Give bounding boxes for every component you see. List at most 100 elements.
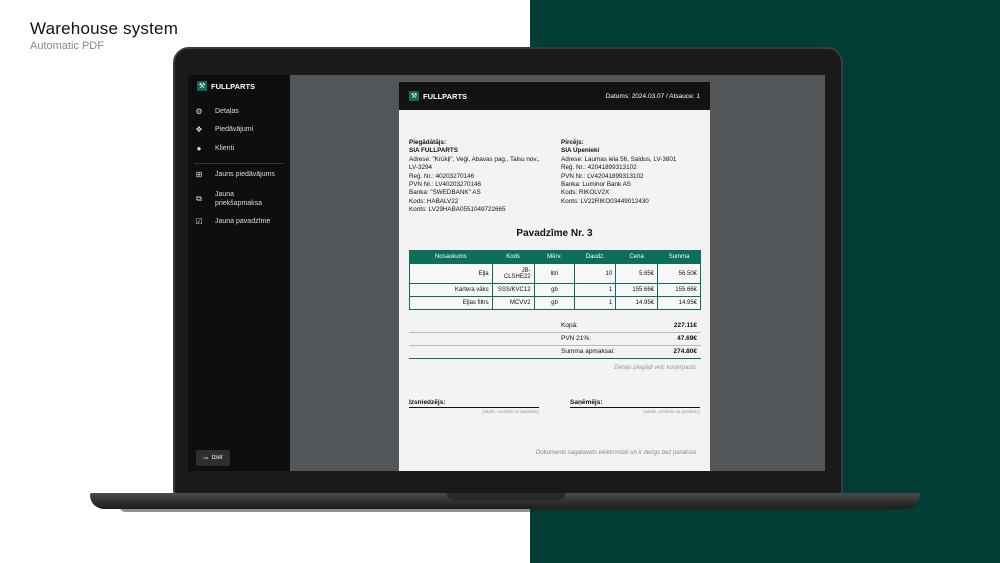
issuer-label: Izsniedzējs: [409, 399, 539, 408]
issuer-hint: (vārds, uzvārds un paraksts) [482, 409, 539, 414]
sidebar-item-klienti[interactable]: ● Klienti [194, 144, 284, 153]
totals-divider [409, 358, 701, 359]
table-row: Eļļas filtrs MCVV2 gb 1 14.95€ 14.95€ [409, 296, 701, 310]
buyer-account: Konts: LV22RIKO03449012430 [561, 197, 649, 205]
sidebar-brand-label: FULLPARTS [211, 81, 256, 91]
supplier-reg: Reģ. Nr.: 40203270146 [409, 172, 475, 180]
laptop-notch [447, 493, 565, 501]
cell-name: Kartera vāks [409, 283, 493, 297]
delivery-note: Detaļu piegādi veic kurjerpasts [614, 365, 696, 371]
column-header: Cena [615, 250, 659, 264]
grand-total-value: 274.80€ [673, 348, 698, 355]
vat-value: 47.69€ [677, 335, 697, 342]
cell-sum: 155.66€ [657, 283, 701, 297]
document-header: ⚒ FULLPARTS Datums: 2024.03.07 / Atsauce… [399, 82, 710, 110]
total-row: Kopā: 227.11€ [409, 319, 701, 332]
supplier-code: Kods: HABALV22 [409, 197, 459, 205]
sidebar-item-jauna-pavadzime[interactable]: ☑ Jauna pavadzīme [194, 217, 284, 226]
sidebar-item-label: Klienti [215, 145, 235, 152]
sidebar-item-label: Piedāvājumi [215, 126, 254, 133]
copy-plus-icon: ⧉ [196, 194, 202, 203]
sidebar-item-jauna-prieksapmaksa[interactable]: ⧉ Jauna priekšapmaksa [194, 190, 284, 208]
supplier-block: Piegādātājs: SIA FULLPARTS Adrese: "Krūk… [409, 139, 559, 215]
sidebar-item-detalas[interactable]: ⚙ Detaļas [194, 107, 284, 116]
sidebar-item-label: Jauna priekšapmaksa [215, 191, 263, 207]
cell-qty: 1 [574, 283, 617, 297]
wrench-logo-icon: ⚒ [409, 91, 419, 101]
items-table: Nosaukums Kods Mērv. Daudz. Cena Summa E… [409, 250, 701, 310]
document-date-reference: Datums: 2024.03.07 / Atsauce: 1 [605, 93, 700, 100]
sidebar-item-jauns-piedavajums[interactable]: ⊞ Jauns piedāvājums [194, 170, 284, 179]
sidebar-brand[interactable]: ⚒ FULLPARTS [197, 81, 255, 91]
table-row: Kartera vāks SSS/KVC12 gb 1 155.66€ 155.… [409, 283, 701, 297]
grand-total-row: Summa apmaksai: 274.80€ [409, 345, 701, 358]
document-footer: Dokuments sagatavots elektroniski un ir … [535, 450, 696, 456]
buyer-block: Pircējs: SIA Upenieki Adrese: Laumas iel… [561, 139, 706, 206]
cell-unit: gb [533, 296, 576, 310]
cell-qty: 10 [574, 263, 617, 284]
table-row: Eļļa JB-CLSHE22 litri 10 5.65€ 56.50€ [409, 263, 701, 284]
hero-title: Warehouse system [30, 19, 179, 38]
document-title: Pavadzīme Nr. 3 [516, 228, 593, 239]
grand-total-label: Summa apmaksai: [561, 348, 615, 355]
cell-code: JB-CLSHE22 [491, 263, 535, 284]
supplier-address-postcode: LV-3294 [409, 164, 432, 172]
cell-price: 14.95€ [615, 296, 659, 310]
person-icon: ● [196, 144, 202, 153]
column-header: Mērv. [533, 250, 576, 264]
sidebar-item-label: Jauna pavadzīme [215, 218, 271, 225]
plus-box-icon: ⊞ [195, 170, 203, 179]
column-header: Daudz. [574, 250, 617, 264]
buyer-code: Kods: RIKOLV2X [561, 189, 610, 197]
column-header: Summa [657, 250, 701, 264]
supplier-pvn: PVN Nr.: LV40203270146 [409, 181, 481, 189]
cell-qty: 1 [574, 296, 617, 310]
document-brand: ⚒ FULLPARTS [409, 91, 467, 101]
wrench-logo-icon: ⚒ [197, 81, 207, 91]
sidebar-item-label: Jauns piedāvājums [215, 171, 275, 178]
buyer-bank: Banka: Luminor Bank AS [561, 181, 632, 189]
cell-name: Eļļa [409, 263, 493, 284]
cell-sum: 14.95€ [657, 296, 701, 310]
vat-label: PVN 21%: [561, 335, 591, 342]
total-value: 227.11€ [673, 322, 697, 329]
buyer-reg: Reģ. Nr.: 42041899313102 [561, 164, 637, 172]
column-header: Nosaukums [409, 250, 493, 264]
vat-row: PVN 21%: 47.69€ [409, 332, 701, 345]
logout-label: Iziet [211, 455, 223, 461]
buyer-label: Pircējs: [561, 139, 584, 146]
cell-code: MCVV2 [491, 296, 535, 310]
cell-price: 155.66€ [615, 283, 659, 297]
document-brand-label: FULLPARTS [423, 91, 468, 101]
handshake-icon: ❖ [195, 125, 203, 134]
sidebar-item-piedavajumi[interactable]: ❖ Piedāvājumi [194, 125, 284, 134]
cell-unit: gb [533, 283, 576, 297]
supplier-bank: Banka: "SWEDBANK" AS [409, 189, 481, 197]
cell-code: SSS/KVC12 [491, 283, 535, 297]
total-label: Kopā: [561, 322, 578, 329]
laptop-screen: ⚒ FULLPARTS ⚙ Detaļas ❖ Piedāvājumi ● Kl… [188, 75, 825, 471]
gear-icon: ⚙ [195, 107, 203, 116]
buyer-address: Adrese: Laumas iela 56, Saldus, LV-3801 [561, 155, 677, 163]
column-header: Kods [491, 250, 535, 264]
buyer-pvn: PVN Nr.: LV42041899313102 [561, 172, 644, 180]
laptop-shadow [120, 507, 890, 512]
issuer-signature: Izsniedzējs: (vārds, uzvārds un paraksts… [409, 399, 539, 414]
cell-price: 5.65€ [615, 263, 659, 284]
supplier-label: Piegādātājs: [409, 139, 447, 146]
receiver-hint: (vārds, uzvārds un paraksts) [643, 409, 700, 414]
receiver-label: Saņēmējs: [570, 399, 700, 408]
supplier-address: Adrese: "Krūkļi", Veģi, Abavas pag., Tal… [409, 155, 540, 163]
pdf-viewer[interactable]: ⚒ FULLPARTS Datums: 2024.03.07 / Atsauce… [290, 75, 825, 471]
checklist-icon: ☑ [195, 217, 203, 226]
sidebar-divider [194, 163, 284, 164]
buyer-name: SIA Upenieki [561, 147, 600, 155]
sidebar: ⚒ FULLPARTS ⚙ Detaļas ❖ Piedāvājumi ● Kl… [188, 75, 290, 471]
sidebar-item-label: Detaļas [215, 108, 239, 115]
supplier-name: SIA FULLPARTS [409, 147, 458, 155]
cell-unit: litri [533, 263, 576, 284]
logout-button[interactable]: ⇨ Iziet [196, 450, 230, 466]
table-header-row: Nosaukums Kods Mērv. Daudz. Cena Summa [409, 250, 701, 264]
logout-icon: ⇨ [203, 455, 209, 462]
cell-name: Eļļas filtrs [409, 296, 493, 310]
